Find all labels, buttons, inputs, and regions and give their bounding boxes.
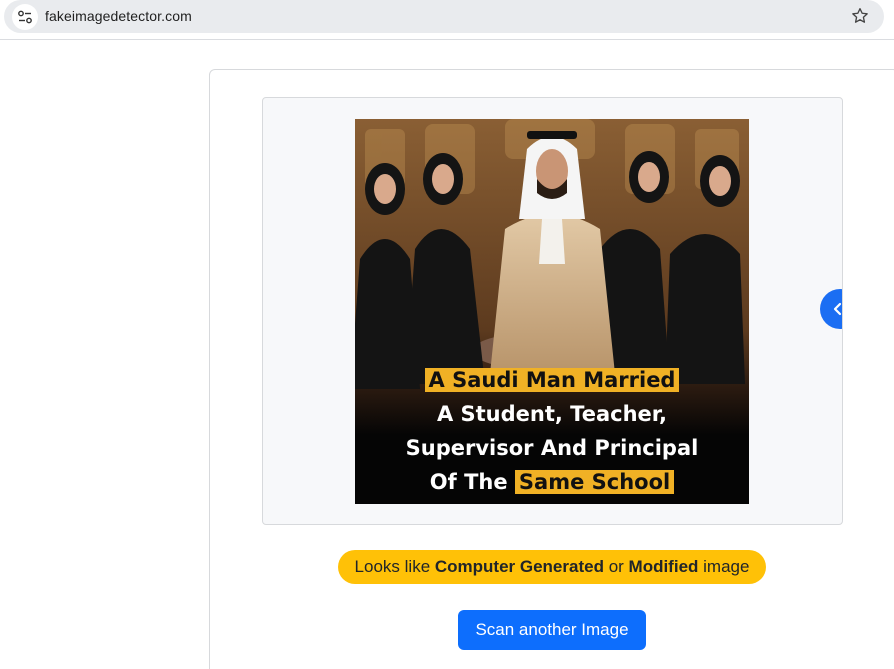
image-caption: A Saudi Man Married A Student, Teacher, … xyxy=(355,363,749,499)
uploaded-image: A Saudi Man Married A Student, Teacher, … xyxy=(355,119,749,504)
carousel-nav-button[interactable] xyxy=(820,289,842,329)
address-bar[interactable]: fakeimagedetector.com xyxy=(4,0,884,33)
caption-line-4-prefix: Of The xyxy=(429,470,515,494)
site-info-icon[interactable] xyxy=(12,4,38,30)
caption-line-2: A Student, Teacher, xyxy=(436,402,668,426)
browser-toolbar: fakeimagedetector.com xyxy=(0,0,894,40)
verdict-middle: or xyxy=(603,557,629,576)
url-text[interactable]: fakeimagedetector.com xyxy=(45,8,192,24)
caption-line-4: Of The Same School xyxy=(355,465,749,499)
verdict-prefix: Looks like xyxy=(354,557,435,576)
verdict-suffix: image xyxy=(698,557,750,576)
star-icon[interactable] xyxy=(850,6,870,26)
result-card: A Saudi Man Married A Student, Teacher, … xyxy=(209,69,894,669)
scan-another-image-button[interactable]: Scan another Image xyxy=(458,610,646,650)
caption-line-1: A Saudi Man Married xyxy=(355,363,749,397)
verdict-bold-2: Modified xyxy=(628,557,699,576)
caption-highlight-1: A Saudi Man Married xyxy=(424,368,680,392)
caption-line-3: Supervisor And Principal xyxy=(405,436,699,460)
caption-highlight-2: Same School xyxy=(514,470,675,494)
image-carousel: A Saudi Man Married A Student, Teacher, … xyxy=(262,97,843,525)
verdict-badge: Looks like Computer Generated or Modifie… xyxy=(338,550,766,584)
verdict-bold-1: Computer Generated xyxy=(434,557,604,576)
tune-icon xyxy=(18,10,32,24)
chevron-left-icon xyxy=(833,302,842,316)
